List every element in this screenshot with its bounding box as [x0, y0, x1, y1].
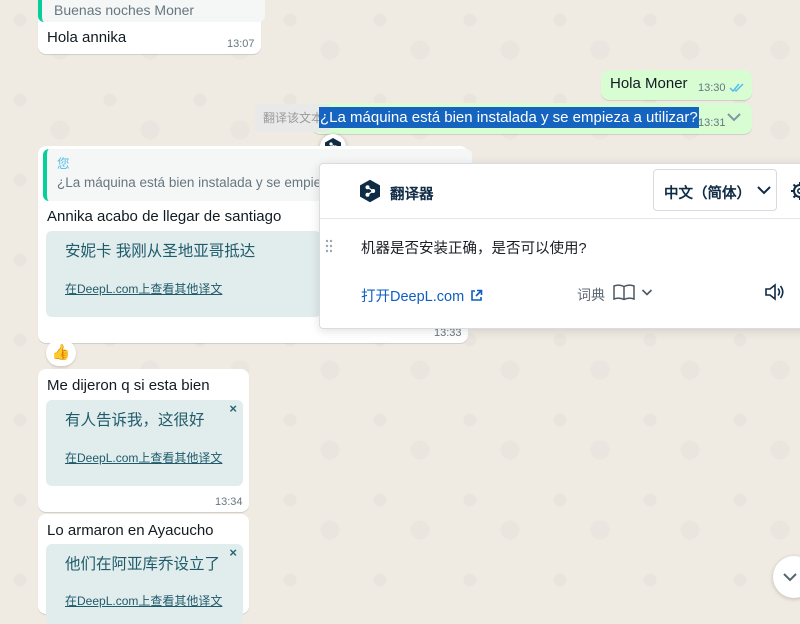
chevron-down-icon [757, 186, 771, 195]
close-translation-icon[interactable]: × [229, 401, 237, 416]
translation-result: 机器是否安装正确，是否可以使用? [361, 241, 587, 257]
popup-header: 翻译器 中文（简体） [320, 164, 800, 219]
quoted-text: ¿La máquina está bien instalada y se emp… [57, 175, 322, 190]
translation-box: 安妮卡 我刚从圣地亚哥抵达 在DeepL.com上查看其他译文 [46, 231, 321, 317]
message-text: Annika acabo de llegar de santiago [47, 208, 282, 225]
more-translations-link[interactable]: 在DeepL.com上查看其他译文 [65, 280, 222, 297]
message-text: Lo armaron en Ayacucho [47, 522, 214, 539]
chevron-down-icon[interactable] [726, 111, 742, 123]
translation-text: 他们在阿亚库乔设立了 [65, 556, 221, 573]
speaker-icon[interactable] [764, 283, 786, 301]
drag-handle-icon[interactable] [325, 239, 333, 253]
gear-icon[interactable] [790, 181, 800, 201]
message-bubble-incoming[interactable]: Me dijeron q si esta bien 有人告诉我，这很好 × 在D… [38, 369, 249, 512]
message-bubble-incoming[interactable]: Lo armaron en Ayacucho 他们在阿亚库乔设立了 × 在Dee… [38, 514, 249, 624]
message-text: Hola Moner [610, 75, 688, 92]
open-deepl-label: 打开DeepL.com [361, 289, 465, 305]
more-translations-link[interactable]: 在DeepL.com上查看其他译文 [65, 449, 222, 466]
deepl-logo-icon [360, 179, 380, 203]
message-time: 13:34 [215, 496, 243, 508]
target-language-label: 中文（简体） [664, 186, 751, 202]
message-text: Hola annika [47, 29, 127, 46]
selected-message-text[interactable]: ¿La máquina está bien instalada y se emp… [319, 107, 699, 128]
translation-box: 有人告诉我，这很好 × 在DeepL.com上查看其他译文 [46, 400, 243, 486]
external-link-icon [471, 289, 483, 301]
translation-text: 安妮卡 我刚从圣地亚哥抵达 [65, 243, 256, 260]
quoted-text: Buenas noches Moner [54, 2, 195, 18]
reaction-badge[interactable]: 👍 [46, 340, 76, 366]
quoted-sender: 您 [57, 157, 70, 171]
target-language-select[interactable]: 中文（简体） [653, 169, 777, 211]
double-check-icon [729, 83, 744, 93]
message-time: 13:30 [698, 82, 726, 94]
message-bubble-outgoing[interactable]: Hola Moner 13:30 [601, 70, 752, 100]
dictionary-label: 词典 [577, 287, 605, 303]
more-translations-link[interactable]: 在DeepL.com上查看其他译文 [65, 592, 222, 609]
open-deepl-link[interactable]: 打开DeepL.com [361, 285, 483, 306]
chevron-down-icon [783, 573, 797, 582]
deepl-translator-popup: 翻译器 中文（简体） 机器是否安装正确，是否可以使用? 打开DeepL.com … [319, 163, 800, 329]
message-bubble-incoming[interactable]: Buenas noches Moner Hola annika 13:07 [38, 0, 265, 54]
quoted-message[interactable]: Buenas noches Moner [38, 0, 265, 22]
translation-box: 他们在阿亚库乔设立了 × 在DeepL.com上查看其他译文 [46, 544, 243, 624]
message-time: 13:31 [698, 117, 726, 129]
close-translation-icon[interactable]: × [229, 545, 237, 560]
chevron-down-icon[interactable] [641, 288, 653, 297]
translation-text: 有人告诉我，这很好 [65, 412, 205, 429]
popup-title: 翻译器 [390, 187, 434, 203]
message-text: Me dijeron q si esta bien [47, 377, 210, 394]
message-time: 13:07 [227, 38, 255, 50]
book-icon[interactable] [613, 284, 635, 301]
